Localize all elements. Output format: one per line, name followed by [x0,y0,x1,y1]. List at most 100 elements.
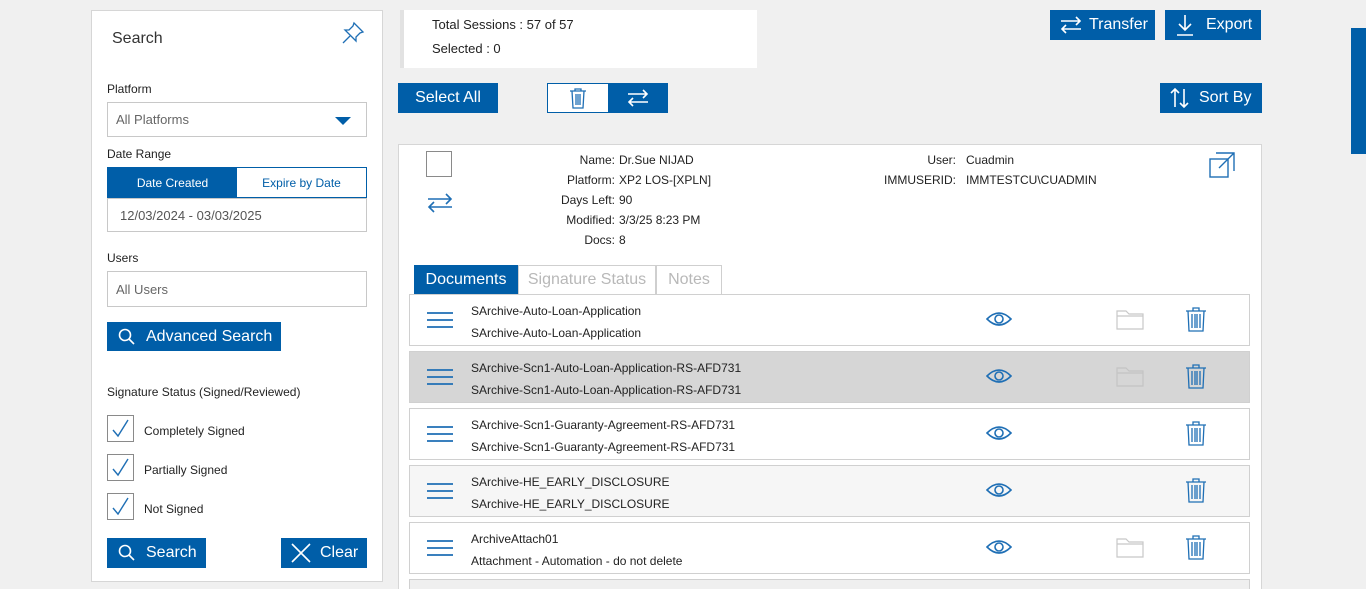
modified-key: Modified: [566,213,615,227]
document-subtitle: Attachment - Automation - do not delete [471,554,683,568]
days-left-key: Days Left: [560,193,615,207]
docs-value: 8 [619,233,626,247]
document-title: SArchive-HE_EARLY_DISCLOSURE [471,475,670,489]
document-title: SArchive-Scn1-Auto-Loan-Application-RS-A… [471,361,742,375]
trash-icon[interactable] [1185,534,1207,560]
name-value: Dr.Sue NIJAD [619,153,694,167]
document-row[interactable]: ArchiveAttach01 Attachment - Automation … [409,522,1250,574]
platform-value: XP2 LOS-[XPLN] [619,173,712,187]
eye-icon[interactable] [986,310,1012,328]
search-icon [118,544,135,561]
search-button[interactable]: Search [107,538,206,568]
modified-value: 3/3/25 8:23 PM [619,213,701,227]
document-subtitle: SArchive-HE_EARLY_DISCLOSURE [471,497,670,511]
document-subtitle: SArchive-Auto-Loan-Application [471,326,642,340]
not-signed-checkbox[interactable] [107,493,134,520]
date-range-label: Date Range [107,147,172,161]
session-transfer-icon[interactable] [426,192,454,214]
checkmark-icon [112,419,129,438]
tab-date-created[interactable]: Date Created [108,168,237,197]
checkmark-icon [112,497,129,516]
tab-expire-by-date[interactable]: Expire by Date [237,168,366,197]
tab-notes[interactable]: Notes [656,265,722,295]
name-key: Name: [579,153,615,167]
date-type-toggle: Date Created Expire by Date [107,167,367,198]
search-icon [118,328,135,345]
completely-signed-checkbox[interactable] [107,415,134,442]
clear-button[interactable]: Clear [281,538,367,568]
drag-handle-icon[interactable] [427,426,453,442]
download-icon [1177,15,1193,36]
document-row[interactable]: SArchive-Auto-Loan-Application SArchive-… [409,294,1250,346]
session-checkbox[interactable] [426,151,452,177]
session-summary: Total Sessions : 57 of 57 Selected : 0 [400,10,757,68]
advanced-search-button[interactable]: Advanced Search [107,322,281,351]
drag-handle-icon[interactable] [427,312,453,328]
eye-icon[interactable] [986,538,1012,556]
users-input[interactable]: All Users [107,271,367,307]
open-external-icon[interactable] [1208,151,1236,179]
trash-icon[interactable] [1185,306,1207,332]
docs-key: Docs: [584,233,615,247]
eye-icon[interactable] [986,424,1012,442]
users-label: Users [107,251,139,265]
completely-signed-label: Completely Signed [144,424,245,438]
folder-icon[interactable] [1116,308,1144,330]
search-panel: Search Platform All Platforms Date Range… [91,10,383,582]
partially-signed-checkbox[interactable] [107,454,134,481]
transfer-icon [1060,16,1082,34]
document-row[interactable] [409,579,1250,589]
user-value: Cuadmin [966,153,1015,167]
document-row[interactable]: SArchive-Scn1-Auto-Loan-Application-RS-A… [409,351,1250,403]
bulk-action-group [547,83,668,113]
user-key: User: [927,153,956,167]
export-button-label: Export [1206,16,1253,33]
platform-select-value: All Platforms [116,112,189,127]
immuserid-key: IMMUSERID: [884,173,956,187]
search-button-label: Search [146,544,197,561]
selected-count-text: Selected : 0 [432,41,501,56]
document-title: SArchive-Auto-Loan-Application [471,304,642,318]
pin-icon[interactable] [340,20,366,46]
document-title: SArchive-Scn1-Guaranty-Agreement-RS-AFD7… [471,418,736,432]
document-subtitle: SArchive-Scn1-Auto-Loan-Application-RS-A… [471,383,742,397]
clear-button-label: Clear [320,544,359,561]
platform-select[interactable]: All Platforms [107,102,367,137]
trash-icon [570,88,586,109]
platform-label: Platform [107,82,152,96]
transfer-button[interactable]: Transfer [1050,10,1155,40]
platform-key: Platform: [566,173,615,187]
transfer-button-label: Transfer [1089,16,1148,33]
drag-handle-icon[interactable] [427,540,453,556]
trash-icon[interactable] [1185,477,1207,503]
sort-by-label: Sort By [1199,89,1252,106]
eye-icon[interactable] [986,481,1012,499]
close-icon [291,543,311,563]
eye-icon[interactable] [986,367,1012,385]
drag-handle-icon[interactable] [427,369,453,385]
not-signed-label: Not Signed [144,502,204,516]
chevron-down-icon [335,117,351,125]
document-subtitle: SArchive-Scn1-Guaranty-Agreement-RS-AFD7… [471,440,736,454]
document-row[interactable]: SArchive-HE_EARLY_DISCLOSURE SArchive-HE… [409,465,1250,517]
select-all-button[interactable]: Select All [398,83,498,113]
sort-icon [1170,87,1189,109]
folder-icon[interactable] [1116,365,1144,387]
export-button[interactable]: Export [1165,10,1261,40]
document-row[interactable]: SArchive-Scn1-Guaranty-Agreement-RS-AFD7… [409,408,1250,460]
folder-icon[interactable] [1116,536,1144,558]
search-panel-title: Search [112,30,163,47]
side-scroll-indicator[interactable] [1351,28,1366,154]
immuserid-value: IMMTESTCU\CUADMIN [966,173,1097,187]
drag-handle-icon[interactable] [427,483,453,499]
tab-documents[interactable]: Documents [414,265,518,295]
date-range-input[interactable]: 12/03/2024 - 03/03/2025 [107,198,367,232]
tab-signature-status[interactable]: Signature Status [518,265,656,295]
days-left-value: 90 [619,193,633,207]
trash-icon[interactable] [1185,420,1207,446]
bulk-delete-button[interactable] [548,84,608,112]
trash-icon[interactable] [1185,363,1207,389]
transfer-icon [627,89,648,107]
sort-by-button[interactable]: Sort By [1160,83,1262,113]
bulk-transfer-button[interactable] [608,84,667,112]
